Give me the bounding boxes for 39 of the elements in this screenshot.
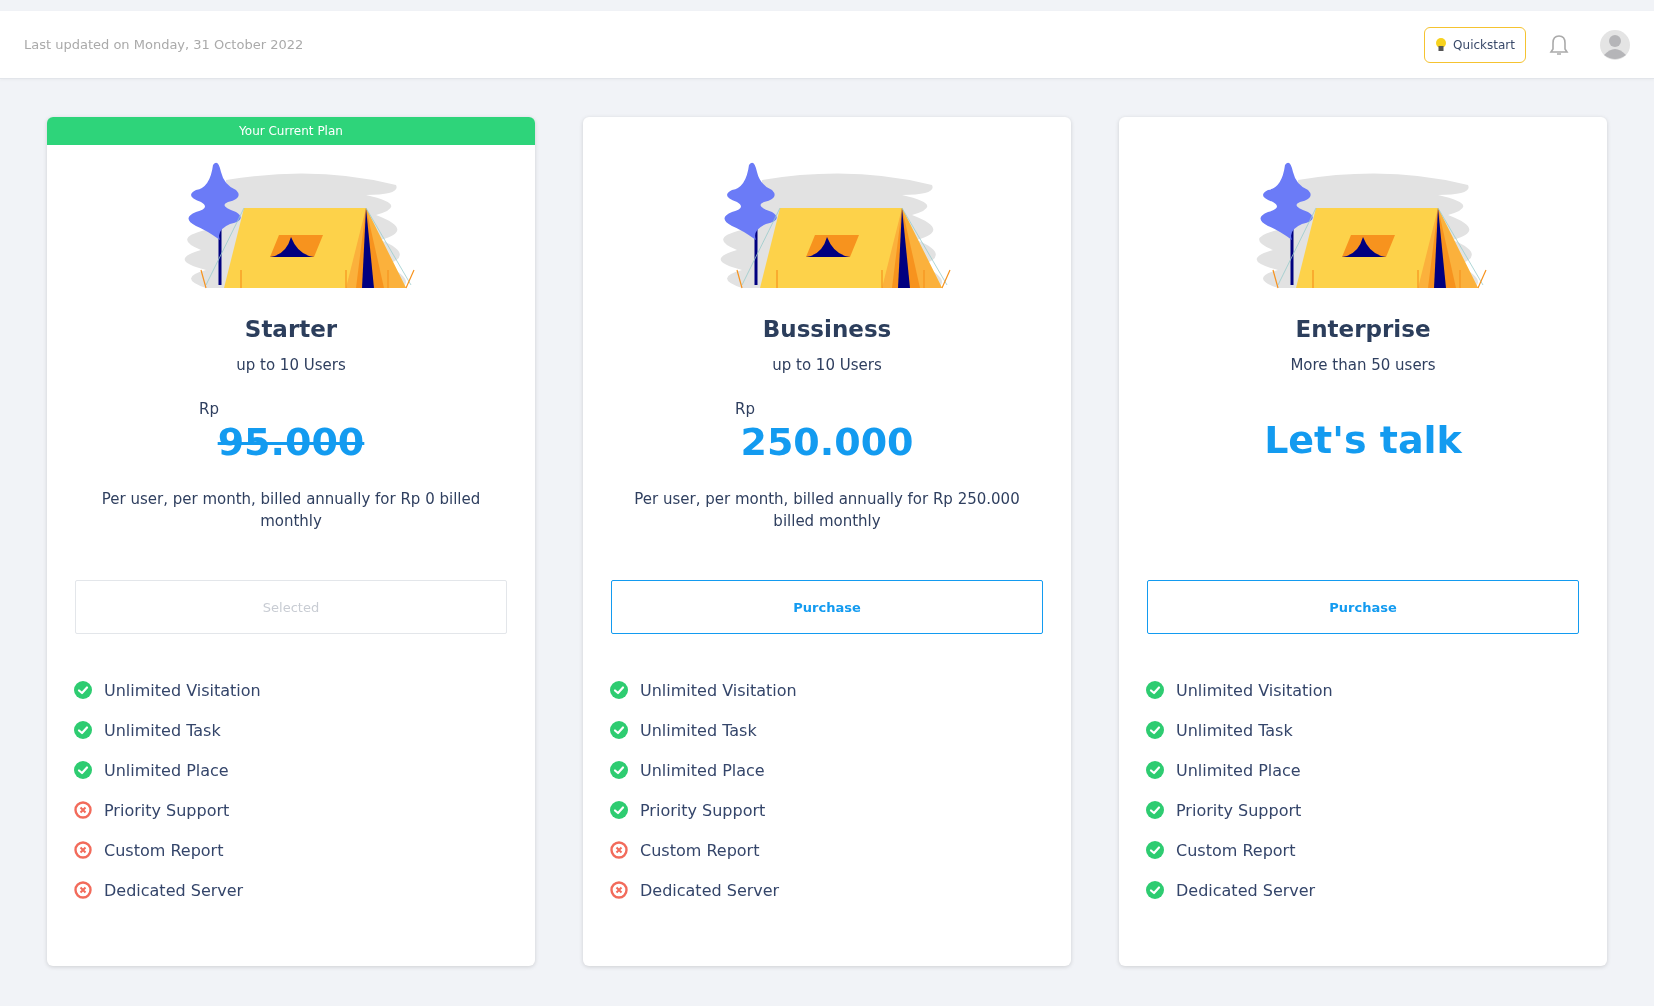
purchase-button[interactable]: Purchase bbox=[611, 580, 1043, 634]
bell-icon[interactable] bbox=[1548, 32, 1570, 57]
feature-label: Unlimited Task bbox=[640, 720, 757, 740]
plan-description: Per user, per month, billed annually for Rp 0 billed monthly bbox=[100, 489, 482, 532]
plan-name: Starter bbox=[244, 316, 338, 342]
plan-price: 250.000 bbox=[740, 420, 914, 464]
plan-description: Per user, per month, billed annually for Rp 250.000 billed monthly bbox=[633, 489, 1021, 532]
feature-label: Unlimited Place bbox=[640, 760, 765, 780]
feature-label: Custom Report bbox=[1176, 840, 1296, 860]
plan-users: More than 50 users bbox=[1290, 356, 1436, 374]
feature-label: Custom Report bbox=[640, 840, 760, 860]
contact-price: Let's talk bbox=[1264, 418, 1462, 464]
plan-users: up to 10 Users bbox=[236, 356, 346, 374]
currency-label: Rp bbox=[735, 400, 755, 418]
feature-label: Unlimited Task bbox=[1176, 720, 1293, 740]
feature-label: Priority Support bbox=[1176, 800, 1302, 820]
quickstart-button[interactable]: Quickstart bbox=[1424, 26, 1526, 63]
feature-label: Priority Support bbox=[640, 800, 766, 820]
feature-label: Dedicated Server bbox=[1176, 880, 1316, 900]
current-plan-banner: Your Current Plan bbox=[47, 117, 535, 145]
feature-label: Unlimited Visitation bbox=[104, 680, 261, 700]
feature-label: Custom Report bbox=[104, 840, 224, 860]
last-updated-text: Last updated on Monday, 31 October 2022 bbox=[24, 37, 305, 52]
feature-label: Priority Support bbox=[104, 800, 230, 820]
feature-label: Unlimited Place bbox=[1176, 760, 1301, 780]
feature-label: Unlimited Task bbox=[104, 720, 221, 740]
feature-label: Unlimited Visitation bbox=[640, 680, 797, 700]
avatar-icon[interactable] bbox=[1600, 29, 1630, 60]
plan-name: Enterprise bbox=[1295, 316, 1431, 342]
plan-price: 95.000 bbox=[217, 420, 365, 464]
feature-label: Dedicated Server bbox=[640, 880, 780, 900]
purchase-button[interactable]: Purchase bbox=[1147, 580, 1579, 634]
feature-label: Unlimited Place bbox=[104, 760, 229, 780]
currency-label: Rp bbox=[199, 400, 219, 418]
feature-label: Dedicated Server bbox=[104, 880, 244, 900]
plan-users: up to 10 Users bbox=[772, 356, 882, 374]
plan-name: Bussiness bbox=[762, 316, 892, 342]
lightbulb-icon bbox=[1435, 36, 1448, 53]
feature-label: Unlimited Visitation bbox=[1176, 680, 1333, 700]
